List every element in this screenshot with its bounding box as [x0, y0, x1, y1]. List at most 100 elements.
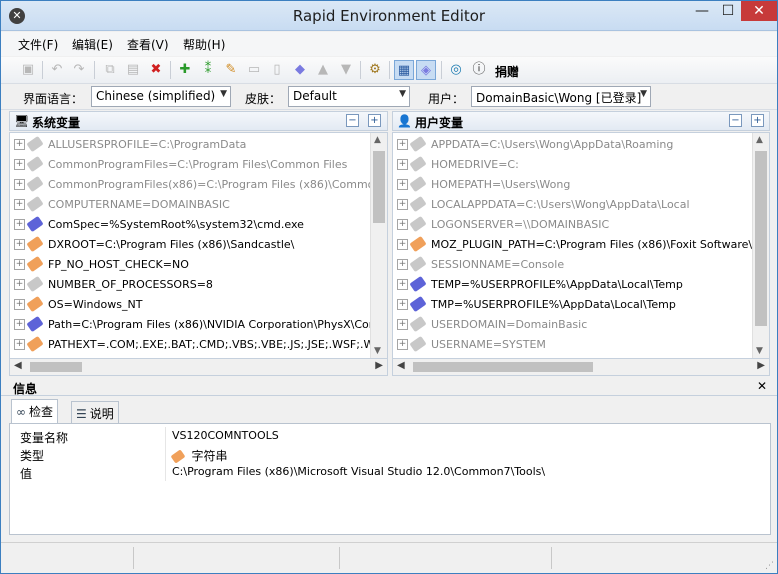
redo-icon[interactable]: ↷ — [69, 60, 89, 80]
donate-button[interactable]: 捐赠 — [495, 63, 519, 80]
expand-icon[interactable]: + — [14, 299, 25, 310]
tab-description[interactable]: ☰ 说明 — [71, 401, 119, 423]
tree-row[interactable]: + FP_NO_HOST_CHECK=NO — [10, 255, 387, 275]
expand-icon[interactable]: + — [397, 299, 408, 310]
property-value[interactable]: VS120COMNTOOLS — [172, 429, 279, 442]
expand-icon[interactable]: + — [397, 319, 408, 330]
help-icon[interactable]: ⓘ — [469, 60, 489, 80]
tree-row[interactable]: + OS=Windows_NT — [10, 295, 387, 315]
close-info-icon[interactable]: ✕ — [757, 379, 767, 393]
expand-icon[interactable]: + — [397, 239, 408, 250]
user-select[interactable]: DomainBasic\Wong [已登录] ▼ — [471, 86, 651, 107]
expand-icon[interactable]: + — [14, 179, 25, 190]
add-variable-icon[interactable]: ✚ — [175, 60, 195, 80]
copy-icon[interactable]: ⧉ — [100, 60, 120, 80]
expand-icon[interactable]: + — [397, 179, 408, 190]
tree-row[interactable]: + CommonProgramFiles=C:\Program Files\Com… — [10, 155, 387, 175]
system-variables-tree[interactable]: + PATHEXT=.COM;.EXE;.BAT;.CMD;.VBS;.VBE;.… — [9, 132, 388, 359]
tree-row[interactable]: + CommonProgramFiles(x86)=C:\Program File… — [10, 175, 387, 195]
property-value[interactable]: C:\Program Files (x86)\Microsoft Visual … — [172, 465, 545, 478]
tree-row[interactable]: + Path=C:\Program Files (x86)\NVIDIA Corp… — [10, 315, 387, 335]
expand-icon[interactable]: + — [397, 159, 408, 170]
tree-row[interactable]: + TMP=%USERPROFILE%\AppData\Local\Temp — [393, 295, 769, 315]
scroll-up-icon[interactable]: ▲ — [374, 135, 381, 145]
expand-all-button[interactable]: + — [368, 114, 381, 127]
expand-icon[interactable]: + — [397, 219, 408, 230]
save-icon[interactable]: ▣ — [18, 60, 38, 80]
menu-help[interactable]: 帮助(H) — [183, 36, 225, 53]
edit-pencil-icon[interactable]: ✎ — [221, 60, 241, 80]
info-window-icon[interactable]: ▦ — [394, 60, 414, 80]
tree-row[interactable]: + LOCALAPPDATA=C:\Users\Wong\AppData\Loca… — [393, 195, 769, 215]
expand-icon[interactable]: + — [397, 259, 408, 270]
clone-icon[interactable]: ▯ — [267, 60, 287, 80]
expand-icon[interactable]: + — [397, 199, 408, 210]
expand-icon[interactable]: + — [397, 279, 408, 290]
expand-icon[interactable]: + — [14, 239, 25, 250]
expand-icon[interactable]: + — [14, 339, 25, 350]
tree-row[interactable]: + COMPUTERNAME=DOMAINBASIC — [10, 195, 387, 215]
minimize-button[interactable]: — — [689, 1, 715, 21]
expand-icon[interactable]: + — [14, 219, 25, 230]
cut-icon[interactable]: ▭ — [244, 60, 264, 80]
collapse-all-button[interactable]: − — [346, 114, 359, 127]
scroll-left-icon[interactable]: ◀ — [14, 360, 22, 371]
expand-icon[interactable]: + — [14, 159, 25, 170]
undo-icon[interactable]: ↶ — [47, 60, 67, 80]
scroll-thumb[interactable] — [30, 362, 82, 372]
tree-row[interactable]: + ComSpec=%SystemRoot%\system32\cmd.exe — [10, 215, 387, 235]
add-value-icon[interactable]: ⁑ — [198, 60, 218, 80]
scroll-thumb[interactable] — [755, 151, 767, 326]
user-horizontal-scrollbar[interactable]: ◀ ▶ — [392, 359, 770, 376]
scroll-up-icon[interactable]: ▲ — [756, 135, 763, 145]
web-globe-icon[interactable]: ◎ — [446, 60, 466, 80]
expand-icon[interactable]: + — [397, 139, 408, 150]
vertical-scrollbar[interactable]: ▲ ▼ — [370, 133, 387, 358]
expand-icon[interactable]: + — [14, 259, 25, 270]
tree-row[interactable]: + USERNAME=SYSTEM — [393, 335, 769, 355]
tree-row[interactable]: + LOGONSERVER=\\DOMAINBASIC — [393, 215, 769, 235]
tag-type-icon[interactable]: ◆ — [290, 60, 310, 80]
tree-row[interactable]: + TEMP=%USERPROFILE%\AppData\Local\Temp — [393, 275, 769, 295]
expand-icon[interactable]: + — [14, 139, 25, 150]
property-value[interactable]: 字符串 — [170, 447, 228, 464]
tree-row[interactable]: + HOMEPATH=\Users\Wong — [393, 175, 769, 195]
tab-inspect[interactable]: ∞ 检查 — [11, 399, 59, 423]
expand-all-button[interactable]: + — [751, 114, 764, 127]
expand-icon[interactable]: + — [14, 319, 25, 330]
tree-row[interactable]: + PATHEXT=.COM;.EXE;.BAT;.CMD;.VBS;.VBE;.… — [10, 335, 387, 355]
tree-row[interactable]: + ALLUSERSPROFILE=C:\ProgramData — [10, 135, 387, 155]
tree-row[interactable]: + MOZ_PLUGIN_PATH=C:\Program Files (x86)\… — [393, 235, 769, 255]
user-variables-tree[interactable]: + USERNAME=SYSTEM + USERDOMAIN=DomainBasic +… — [392, 132, 770, 359]
scroll-left-icon[interactable]: ◀ — [397, 360, 405, 371]
vertical-scrollbar[interactable]: ▲ ▼ — [752, 133, 769, 358]
scroll-down-icon[interactable]: ▼ — [374, 346, 381, 356]
resize-grip-icon[interactable]: ⋰ — [765, 561, 774, 571]
tree-row[interactable]: + USERDOMAIN=DomainBasic — [393, 315, 769, 335]
menu-view[interactable]: 查看(V) — [127, 36, 169, 53]
menu-edit[interactable]: 编辑(E) — [72, 36, 113, 53]
tree-row[interactable]: + NUMBER_OF_PROCESSORS=8 — [10, 275, 387, 295]
paste-icon[interactable]: ▤ — [123, 60, 143, 80]
move-up-icon[interactable]: ▲ — [313, 60, 333, 80]
settings-gear-icon[interactable]: ⚙ — [365, 60, 385, 80]
scroll-right-icon[interactable]: ▶ — [757, 360, 765, 371]
tree-row[interactable]: + SESSIONNAME=Console — [393, 255, 769, 275]
show-tags-icon[interactable]: ◈ — [416, 60, 436, 80]
maximize-button[interactable]: ☐ — [715, 1, 741, 21]
scroll-thumb[interactable] — [413, 362, 593, 372]
close-button[interactable]: ✕ — [741, 1, 777, 21]
expand-icon[interactable]: + — [397, 339, 408, 350]
tree-row[interactable]: + HOMEDRIVE=C: — [393, 155, 769, 175]
move-down-icon[interactable]: ▼ — [336, 60, 356, 80]
collapse-all-button[interactable]: − — [729, 114, 742, 127]
tree-row[interactable]: + DXROOT=C:\Program Files (x86)\Sandcastl… — [10, 235, 387, 255]
tree-row[interactable]: + APPDATA=C:\Users\Wong\AppData\Roaming — [393, 135, 769, 155]
delete-icon[interactable]: ✖ — [146, 60, 166, 80]
ui-language-select[interactable]: Chinese (simplified) ▼ — [91, 86, 231, 107]
scroll-right-icon[interactable]: ▶ — [375, 360, 383, 371]
expand-icon[interactable]: + — [14, 199, 25, 210]
system-horizontal-scrollbar[interactable]: ◀ ▶ — [9, 359, 388, 376]
expand-icon[interactable]: + — [14, 279, 25, 290]
scroll-thumb[interactable] — [373, 151, 385, 223]
